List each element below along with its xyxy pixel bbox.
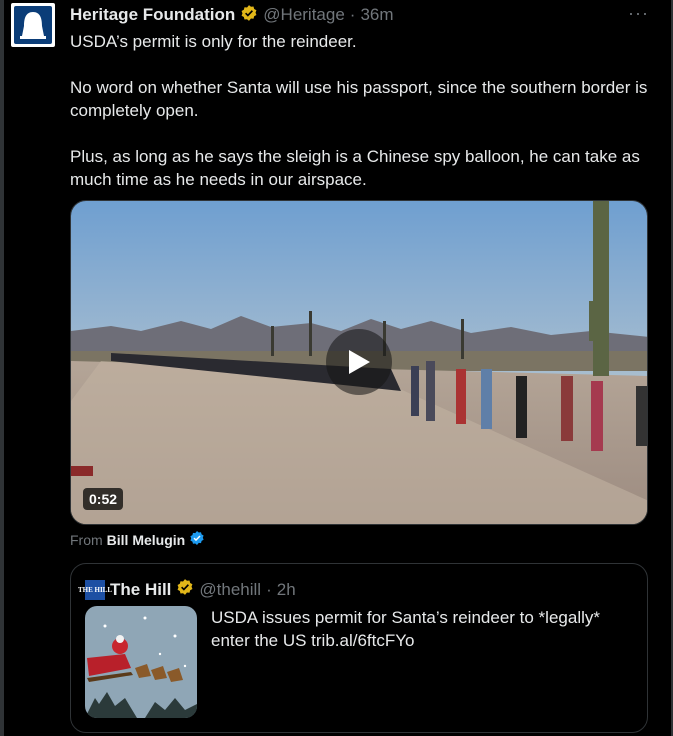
avatar[interactable]	[11, 3, 55, 47]
quote-text: USDA issues permit for Santa’s reindeer …	[211, 608, 600, 650]
separator: ·	[349, 5, 356, 24]
tweet-paragraph: Plus, as long as he says the sleigh is a…	[70, 147, 640, 189]
more-icon[interactable]: ···	[628, 3, 649, 24]
video-player[interactable]: 0:52	[70, 200, 648, 525]
quote-header: THE HILL The Hill @thehill · 2h	[78, 578, 296, 601]
author-name[interactable]: Heritage Foundation	[70, 5, 235, 25]
santa-sleigh-image	[85, 606, 197, 718]
quote-separator: ·	[266, 579, 272, 599]
timestamp[interactable]: 36m	[360, 5, 393, 25]
tweet-text: USDA’s permit is only for the reindeer. …	[70, 30, 655, 191]
play-button[interactable]	[326, 329, 392, 395]
from-name-link[interactable]: Bill Melugin	[107, 532, 186, 548]
quote-author-name[interactable]: The Hill	[110, 580, 171, 600]
from-label: From	[70, 531, 103, 548]
tweet-header: Heritage Foundation @Heritage · 36m	[70, 3, 643, 27]
author-handle[interactable]: @Heritage	[263, 5, 345, 25]
tweet-paragraph: USDA’s permit is only for the reindeer.	[70, 32, 357, 51]
quoted-tweet[interactable]: THE HILL The Hill @thehill · 2h USDA iss…	[70, 563, 648, 733]
quote-handle[interactable]: @thehill	[199, 580, 261, 600]
tweet-paragraph: No word on whether Santa will use his pa…	[70, 78, 648, 120]
verified-gold-icon	[176, 578, 194, 601]
play-icon	[349, 350, 370, 374]
video-duration: 0:52	[83, 488, 124, 510]
verified-gold-icon	[240, 4, 258, 27]
liberty-bell-logo-icon	[14, 6, 52, 44]
media-attribution: From Bill Melugin	[70, 530, 205, 549]
left-divider	[0, 0, 4, 736]
quote-timestamp[interactable]: 2h	[277, 580, 296, 600]
quote-thumbnail[interactable]	[85, 606, 197, 718]
verified-blue-icon	[189, 530, 205, 549]
the-hill-logo-icon: THE HILL	[78, 579, 112, 600]
